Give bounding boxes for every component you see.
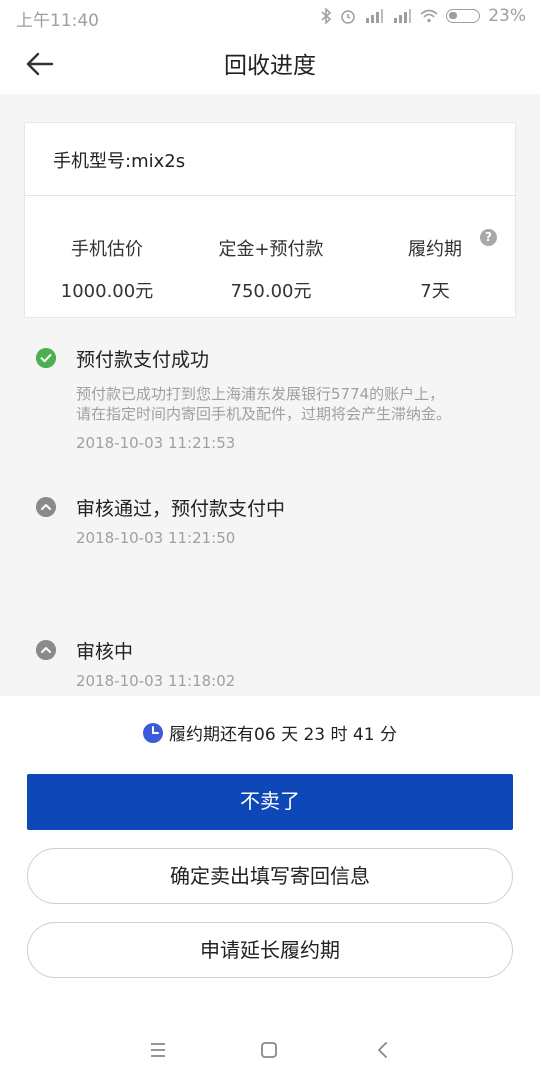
deposit-label: 定金+预付款 (218, 239, 324, 260)
clock-icon (143, 722, 164, 743)
timeline-desc-line1: 预付款已成功打到您上海浦东发展银行5774的账户上， (76, 385, 445, 403)
timeline-desc-line2: 请在指定时间内寄回手机及配件，过期将会产生滞纳金。 (76, 405, 452, 423)
deposit-column: 定金+预付款 750.00元 (189, 235, 353, 303)
action-panel: 履约期还有06 天 23 时 41 分 不卖了 确定卖出填写寄回信息 申请延长履… (0, 696, 540, 1080)
card-divider (25, 195, 515, 196)
battery-percent: 23% (488, 6, 526, 26)
timeline-time: 2018-10-03 11:21:50 (76, 529, 236, 547)
menu-icon[interactable] (146, 1038, 170, 1062)
countdown-row: 履约期还有06 天 23 时 41 分 (0, 720, 540, 745)
signal-hd-icon (366, 9, 384, 23)
timeline-title: 审核中 (76, 641, 134, 663)
period-value: 7天 (420, 281, 450, 302)
timeline-time: 2018-10-03 11:21:53 (76, 434, 236, 452)
home-icon[interactable] (257, 1038, 281, 1062)
estimate-column: 手机估价 1000.00元 (25, 235, 189, 303)
estimate-label: 手机估价 (71, 239, 143, 260)
timeline-title: 审核通过，预付款支付中 (76, 498, 286, 520)
chevron-up-circle-icon (36, 497, 56, 517)
deposit-value: 750.00元 (230, 281, 312, 302)
phone-info-card: 手机型号:mix2s 手机估价 1000.00元 定金+预付款 750.00元 … (24, 122, 516, 318)
timeline-time: 2018-10-03 11:18:02 (76, 672, 236, 690)
period-column: 履约期 7天 (353, 235, 517, 303)
status-bar: 上午11:40 23% (0, 0, 540, 34)
battery-icon (446, 9, 481, 23)
check-circle-icon (36, 348, 56, 368)
phone-model: 手机型号:mix2s (53, 151, 186, 172)
progress-timeline: 预付款支付成功 预付款已成功打到您上海浦东发展银行5774的账户上， 请在指定时… (0, 330, 540, 696)
system-nav-bar (0, 1024, 540, 1080)
bluetooth-icon (321, 8, 332, 24)
wifi-icon (420, 9, 438, 23)
estimate-value: 1000.00元 (60, 281, 154, 302)
extend-period-button[interactable]: 申请延长履约期 (27, 922, 513, 978)
cancel-sale-button[interactable]: 不卖了 (27, 774, 513, 830)
help-icon[interactable]: ? (480, 229, 497, 246)
status-icons: 23% (320, 6, 526, 26)
status-time: 上午11:40 (16, 11, 99, 31)
countdown-text: 履约期还有06 天 23 时 41 分 (169, 725, 397, 745)
confirm-sale-button[interactable]: 确定卖出填写寄回信息 (27, 848, 513, 904)
signal-hd-icon (394, 9, 412, 23)
chevron-up-circle-icon (36, 640, 56, 660)
nav-bar: 回收进度 (0, 34, 540, 94)
page-title: 回收进度 (224, 53, 316, 79)
back-icon[interactable] (371, 1038, 395, 1062)
timeline-title: 预付款支付成功 (76, 349, 210, 371)
alarm-icon (341, 10, 355, 24)
